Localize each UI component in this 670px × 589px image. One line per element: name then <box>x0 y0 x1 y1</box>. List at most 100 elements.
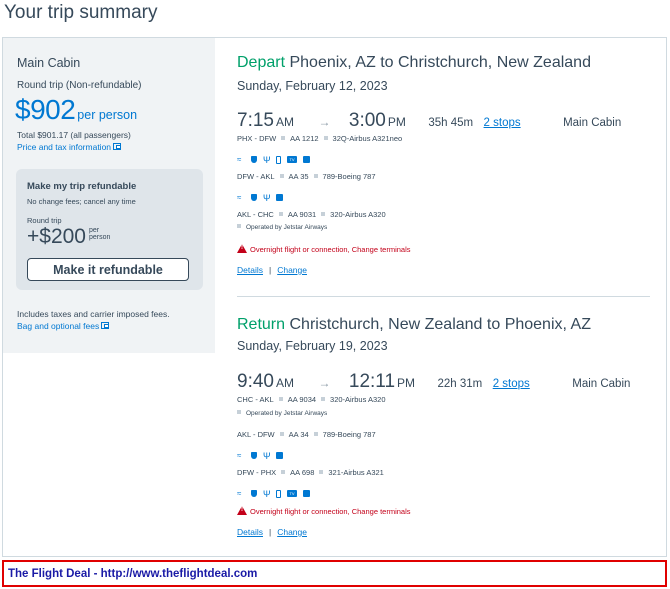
wifi-icon: ≈ <box>237 450 242 460</box>
make-refundable-button[interactable]: Make it refundable <box>27 258 189 281</box>
depart-change-link[interactable]: Change <box>277 265 307 275</box>
segment-aircraft: 321-Airbus A321 <box>328 468 384 477</box>
refund-price: +$200 per person <box>27 225 110 249</box>
separator-dot <box>313 432 318 436</box>
separator-dot <box>237 410 241 414</box>
segment: AKL - DFW AA 34 789-Boeing 787 <box>237 430 376 439</box>
bag-fees-link[interactable]: Bag and optional fees <box>17 321 110 331</box>
segment-route: AKL - DFW <box>237 430 275 439</box>
taxes-note: Includes taxes and carrier imposed fees. <box>17 309 170 319</box>
separator-dot <box>279 174 284 178</box>
segment: DFW - PHX AA 698 321-Airbus A321 <box>237 468 384 477</box>
link-separator: | <box>268 527 272 537</box>
power-icon <box>251 452 257 460</box>
usb-icon: Ψ <box>263 154 271 165</box>
phone-icon <box>276 489 281 498</box>
return-warning-text: Overnight flight or connection, Change t… <box>250 507 411 516</box>
return-change-link[interactable]: Change <box>277 527 307 537</box>
segment: CHC - AKL AA 9034 320-Airbus A320 <box>237 395 386 404</box>
return-cabin: Main Cabin <box>572 378 631 390</box>
depart-stops-link[interactable]: 2 stops <box>484 117 521 129</box>
price-unit: per person <box>77 108 138 122</box>
depart-details-link[interactable]: Details <box>237 265 263 275</box>
separator-dot <box>279 432 284 436</box>
return-leg-title: Return Christchurch, New Zealand to Phoe… <box>237 316 591 334</box>
refund-per-line2: person <box>88 234 111 241</box>
footer-banner: The Flight Deal - http://www.theflightde… <box>2 560 667 587</box>
amenities-row: ≈ Ψ <box>237 189 289 203</box>
segment-aircraft: 32Q-Airbus A321neo <box>332 134 403 143</box>
wireless-entertainment-icon <box>276 194 283 202</box>
amenities-row: ≈ Ψ <box>237 447 289 461</box>
segment-route: DFW - PHX <box>237 468 277 477</box>
depart-dep-time: 7:15 <box>237 110 274 131</box>
segment: AKL - CHC AA 9031 320-Airbus A320 <box>237 210 386 219</box>
usb-icon: Ψ <box>263 192 271 203</box>
return-actions: Details | Change <box>237 527 307 537</box>
depart-duration: 35h 45m <box>428 117 474 129</box>
return-details-link[interactable]: Details <box>237 527 263 537</box>
amenities-row: ≈ Ψ TV <box>237 485 316 499</box>
segment-flight: AA 9031 <box>287 210 317 219</box>
arrow-right-icon: → <box>318 115 331 129</box>
segment-route: PHX - DFW <box>237 134 277 143</box>
depart-route: Phoenix, AZ to Christchurch, New Zealand <box>289 54 591 71</box>
price-sidebar: Main Cabin Round trip (Non-refundable) $… <box>3 38 215 353</box>
total-price: Total $901.17 (all passengers) <box>17 130 131 140</box>
return-time-row: 9:40 AM → 12:11 PM 22h 31m 2 stops Main Ca… <box>237 371 630 393</box>
operated-by-text: Operated by Jetstar Airways <box>246 224 328 231</box>
depart-cabin: Main Cabin <box>563 117 622 129</box>
return-label: Return <box>237 316 286 333</box>
usb-icon: Ψ <box>263 488 271 499</box>
refund-per-person: per person <box>89 227 110 241</box>
power-icon <box>251 156 257 164</box>
trip-summary-card: Main Cabin Round trip (Non-refundable) $… <box>2 37 667 557</box>
return-arr-time: 12:11 <box>348 371 396 392</box>
segment: DFW - AKL AA 35 789-Boeing 787 <box>237 172 376 181</box>
wireless-entertainment-icon <box>276 452 283 460</box>
price-tax-info-link[interactable]: Price and tax information <box>17 142 122 152</box>
phone-icon <box>276 155 281 164</box>
segment-flight: AA 1212 <box>290 134 319 143</box>
segment-aircraft: 320-Airbus A320 <box>330 395 386 404</box>
segment-flight: AA 9034 <box>287 395 317 404</box>
depart-warning-text: Overnight flight or connection, Change t… <box>250 245 411 254</box>
wifi-icon: ≈ <box>237 192 242 202</box>
link-separator: | <box>268 265 272 275</box>
depart-dep-ampm: AM <box>275 115 294 129</box>
return-route: Christchurch, New Zealand to Phoenix, AZ <box>289 316 591 333</box>
refund-price-amount: +$200 <box>27 225 86 248</box>
separator-dot <box>278 397 283 401</box>
segment-route: CHC - AKL <box>237 395 274 404</box>
separator-dot <box>321 212 326 216</box>
footer-text: The Flight Deal - http://www.theflightde… <box>8 568 258 580</box>
depart-label: Depart <box>237 54 286 71</box>
tv-icon: TV <box>287 156 297 164</box>
depart-arr-time: 3:00 <box>348 110 386 131</box>
page-title: Your trip summary <box>4 2 158 23</box>
operated-by: Operated by Jetstar Airways <box>237 224 327 231</box>
price-tax-info-label: Price and tax information <box>17 142 112 152</box>
segment-route: AKL - CHC <box>237 210 274 219</box>
operated-by-text: Operated by Jetstar Airways <box>246 410 328 417</box>
leg-divider <box>237 296 650 297</box>
segment-aircraft: 320-Airbus A320 <box>330 210 386 219</box>
usb-icon: Ψ <box>263 450 271 461</box>
depart-time-row: 7:15 AM → 3:00 PM 35h 45m 2 stops Main Cab… <box>237 110 621 132</box>
refund-trip-label: Round trip <box>27 216 62 225</box>
price-display: $902 per person <box>15 94 137 126</box>
external-window-icon <box>113 143 122 150</box>
return-stops-link[interactable]: 2 stops <box>493 378 530 390</box>
depart-leg-title: Depart Phoenix, AZ to Christchurch, New … <box>237 54 591 72</box>
tv-icon: TV <box>287 490 297 498</box>
warning-icon <box>237 244 247 253</box>
separator-dot <box>281 136 286 140</box>
return-dep-ampm: AM <box>275 376 294 390</box>
bag-fees-label: Bag and optional fees <box>17 321 100 331</box>
operated-by: Operated by Jetstar Airways <box>237 410 327 417</box>
amenities-row: ≈ Ψ TV <box>237 151 316 165</box>
segment-aircraft: 789-Boeing 787 <box>322 172 376 181</box>
external-window-icon <box>101 322 110 329</box>
separator-dot <box>323 136 328 140</box>
warning-icon <box>237 506 247 515</box>
